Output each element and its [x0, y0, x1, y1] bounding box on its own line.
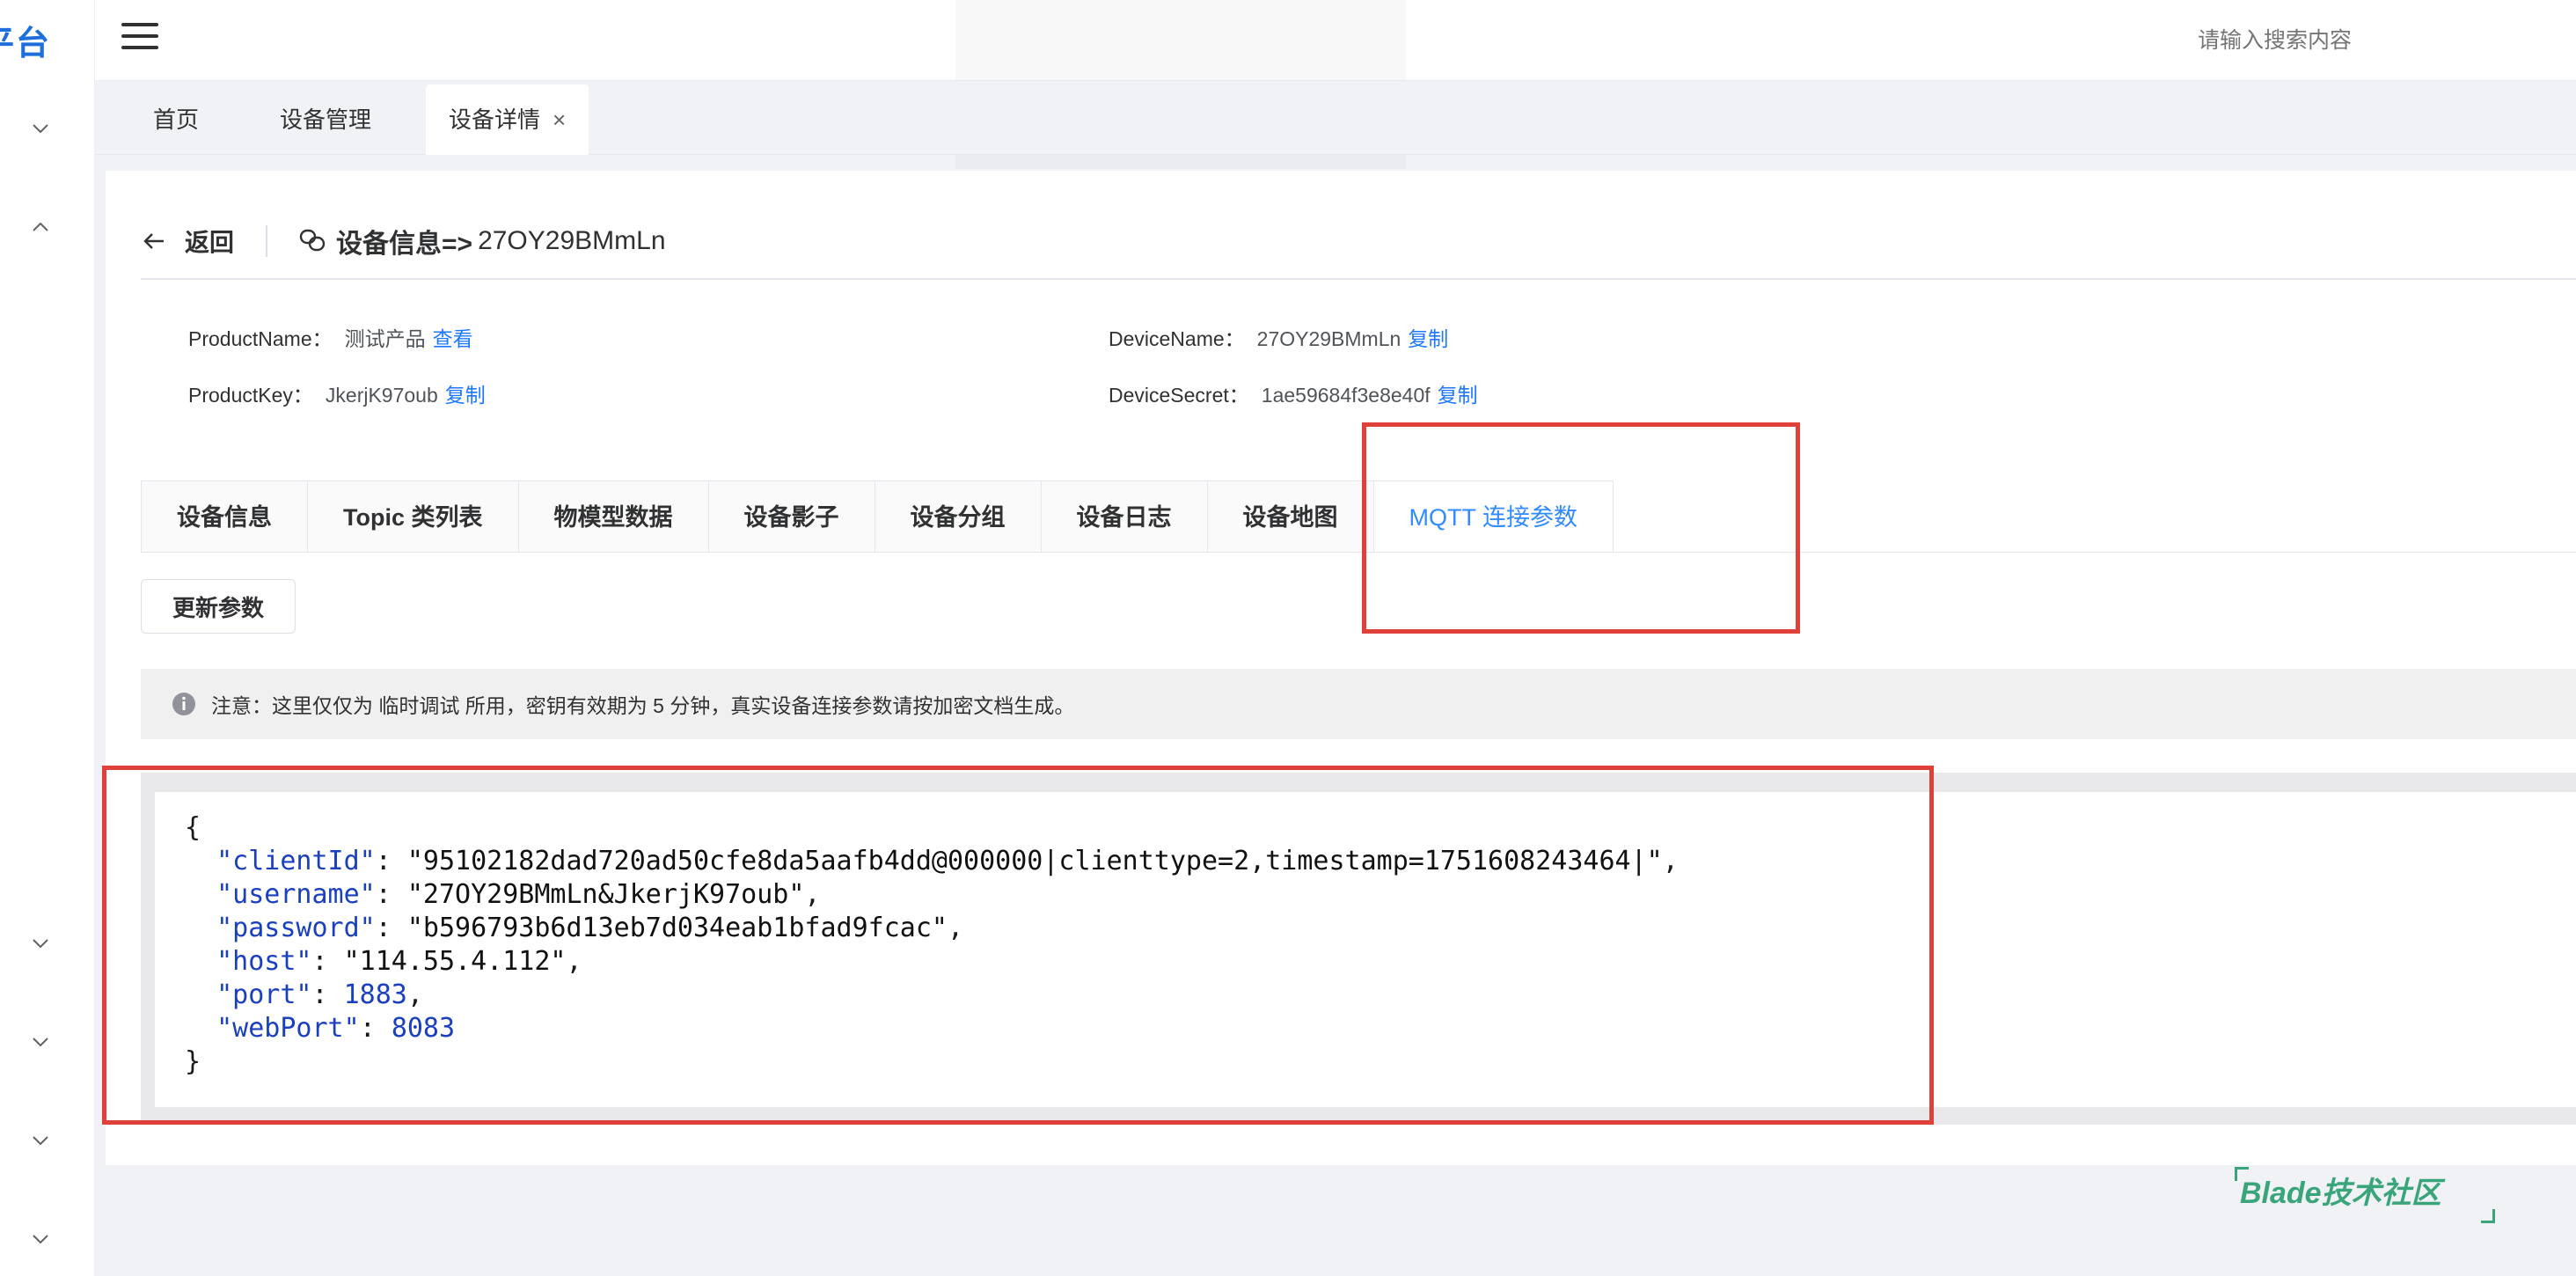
- update-params-button[interactable]: 更新参数: [141, 579, 296, 634]
- arrow-left-icon[interactable]: [141, 228, 167, 254]
- close-icon[interactable]: ×: [553, 106, 566, 133]
- device-secret-label: DeviceSecret：: [1109, 384, 1249, 407]
- tag-device-detail[interactable]: 设备详情 ×: [426, 84, 589, 155]
- tab-device-map[interactable]: 设备地图: [1207, 480, 1374, 553]
- device-name-row: DeviceName： 27OY29BMmLn 复制: [1109, 322, 1448, 352]
- json-value-port: 1883: [343, 979, 407, 1010]
- json-key-clientid: "clientId": [216, 846, 376, 876]
- tab-device-group[interactable]: 设备分组: [875, 480, 1042, 553]
- device-name-value: 27OY29BMmLn: [1256, 327, 1401, 350]
- product-key-value: JkerjK97oub: [325, 384, 438, 407]
- tag-label: 首页: [153, 106, 200, 133]
- json-key-webport: "webPort": [216, 1013, 360, 1044]
- json-value-username: "27OY29BMmLn&JkerjK97oub": [406, 879, 805, 910]
- main-card: 返回 设备信息=> 27OY29BMmLn ProductName： 测试产品 查看…: [106, 171, 2576, 1165]
- tag-label: 设备管理: [280, 106, 372, 133]
- json-key-password: "password": [216, 913, 376, 943]
- chevron-down-icon[interactable]: [26, 114, 55, 143]
- page-header: 返回 设备信息=> 27OY29BMmLn: [141, 209, 666, 273]
- watermark-bracket: [2481, 1209, 2495, 1223]
- tab-device-info[interactable]: 设备信息: [142, 480, 308, 553]
- copy-device-name-link[interactable]: 复制: [1408, 327, 1448, 350]
- tags-view: 首页 设备管理 设备详情 ×: [95, 81, 2576, 155]
- tabs-baseline: [141, 552, 2576, 553]
- chevron-down-icon[interactable]: [26, 1028, 55, 1056]
- link-icon: [299, 229, 326, 252]
- menu-toggle-icon[interactable]: [121, 23, 158, 58]
- tab-mqtt-params[interactable]: MQTT 连接参数: [1373, 480, 1614, 553]
- json-open-brace: {: [185, 812, 201, 843]
- tab-thing-model-data[interactable]: 物模型数据: [518, 480, 709, 553]
- tab-topic-list[interactable]: Topic 类列表: [308, 480, 519, 553]
- json-key-port: "port": [216, 979, 312, 1010]
- back-link[interactable]: 返回: [185, 224, 234, 259]
- search-input[interactable]: [2198, 23, 2550, 58]
- chevron-down-icon[interactable]: [26, 929, 55, 957]
- product-name-label: ProductName：: [188, 327, 333, 350]
- product-name-row: ProductName： 测试产品 查看: [188, 322, 473, 352]
- view-product-link[interactable]: 查看: [433, 327, 473, 350]
- product-key-row: ProductKey： JkerjK97oub 复制: [188, 378, 486, 408]
- chevron-down-icon[interactable]: [26, 1126, 55, 1155]
- sidebar: 平台: [0, 0, 95, 1276]
- chevron-down-icon[interactable]: [26, 1225, 55, 1253]
- app-logo: 平台: [0, 26, 52, 62]
- detail-tabs: 设备信息 Topic 类列表 物模型数据 设备影子 设备分组 设备日志 设备地图…: [141, 480, 1614, 553]
- copy-product-key-link[interactable]: 复制: [445, 384, 486, 407]
- json-close-brace: }: [185, 1046, 201, 1077]
- tab-device-shadow[interactable]: 设备影子: [708, 480, 875, 553]
- device-secret-value: 1ae59684f3e8e40f: [1261, 384, 1431, 407]
- header-divider: [266, 225, 268, 257]
- tag-device-management[interactable]: 设备管理: [257, 84, 394, 155]
- page-title: 设备信息=>: [336, 230, 473, 259]
- json-key-username: "username": [216, 879, 376, 910]
- json-key-host: "host": [216, 946, 312, 977]
- watermark: Blade技术社区: [2240, 1177, 2441, 1210]
- device-id-title: 27OY29BMmLn: [478, 226, 666, 255]
- tag-label: 设备详情: [449, 106, 541, 133]
- product-name-value: 测试产品: [344, 327, 426, 350]
- notice-banner: 注意：这里仅仅为 临时调试 所用，密钥有效期为 5 分钟，真实设备连接参数请按加…: [141, 669, 2576, 739]
- json-value-host: "114.55.4.112": [343, 946, 567, 977]
- product-key-label: ProductKey：: [188, 384, 313, 407]
- info-icon: [172, 693, 195, 715]
- json-value-webport: 8083: [391, 1013, 456, 1044]
- json-value-clientid: "95102182dad720ad50cfe8da5aafb4dd@000000…: [406, 846, 1663, 876]
- json-value-password: "b596793b6d13eb7d034eab1bfad9fcac": [406, 913, 948, 943]
- device-name-label: DeviceName：: [1109, 327, 1245, 350]
- tag-home[interactable]: 首页: [130, 84, 222, 155]
- notice-text: 注意：这里仅仅为 临时调试 所用，密钥有效期为 5 分钟，真实设备连接参数请按加…: [211, 694, 1075, 717]
- chevron-up-icon[interactable]: [26, 213, 55, 241]
- header-divider-line: [141, 278, 2576, 280]
- mqtt-params-json: { "clientId": "95102182dad720ad50cfe8da5…: [155, 792, 2576, 1107]
- copy-device-secret-link[interactable]: 复制: [1438, 384, 1478, 407]
- device-secret-row: DeviceSecret： 1ae59684f3e8e40f 复制: [1109, 378, 1478, 408]
- tab-device-log[interactable]: 设备日志: [1041, 480, 1208, 553]
